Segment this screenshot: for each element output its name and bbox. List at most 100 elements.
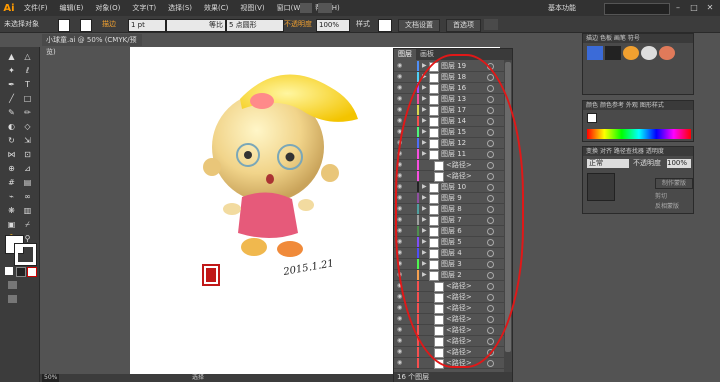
paintbrush-icon[interactable]: ✎ bbox=[6, 107, 17, 118]
document-setup-button[interactable]: 文档设置 bbox=[398, 19, 440, 32]
tab-transparency[interactable]: 透明度 bbox=[646, 148, 664, 155]
line-icon[interactable]: ╱ bbox=[6, 93, 17, 104]
color-spectrum[interactable] bbox=[587, 129, 691, 139]
arrange-documents-icon[interactable] bbox=[318, 3, 332, 13]
gradient-icon[interactable]: ▤ bbox=[22, 177, 33, 188]
menu-type[interactable]: 文字(T) bbox=[126, 3, 162, 13]
screen-mode-icon[interactable] bbox=[8, 295, 17, 303]
tab-layers[interactable]: 图层 bbox=[394, 49, 416, 60]
target-circle-icon[interactable] bbox=[487, 360, 494, 367]
zoom-field[interactable]: 50% bbox=[42, 374, 60, 382]
menu-file[interactable]: 文件(F) bbox=[18, 3, 54, 13]
graph-icon[interactable]: ▥ bbox=[22, 205, 33, 216]
minimize-button[interactable]: – bbox=[672, 2, 684, 13]
tab-symbols[interactable]: 符号 bbox=[628, 35, 640, 42]
tab-pathfinder[interactable]: 路径查找器 bbox=[614, 148, 644, 155]
variable-width-select[interactable]: 等比 bbox=[166, 19, 226, 32]
tab-align[interactable]: 对齐 bbox=[600, 148, 612, 155]
visibility-eye-icon[interactable]: ◉ bbox=[397, 337, 405, 345]
tab-graphic-styles[interactable]: 图形样式 bbox=[640, 102, 664, 109]
symbol-swatch-4[interactable] bbox=[641, 46, 657, 60]
fill-swatch[interactable] bbox=[58, 19, 70, 32]
bridge-icon[interactable] bbox=[300, 3, 312, 13]
brush-select[interactable]: 5 点圆形 bbox=[226, 19, 284, 32]
color-mode-icon[interactable] bbox=[5, 267, 13, 275]
stroke-label[interactable]: 描边 bbox=[102, 19, 116, 30]
cap-bow bbox=[250, 93, 274, 109]
tab-color[interactable]: 颜色 bbox=[586, 102, 598, 109]
shape-builder-icon[interactable]: ⊕ bbox=[6, 163, 17, 174]
clip-checkbox[interactable]: 剪切 bbox=[655, 191, 667, 200]
none-mode-icon[interactable] bbox=[27, 267, 37, 277]
perspective-icon[interactable]: ⊿ bbox=[22, 163, 33, 174]
symbol-sprayer-icon[interactable]: ❋ bbox=[6, 205, 17, 216]
mesh-icon[interactable]: # bbox=[6, 177, 17, 188]
tab-appearance[interactable]: 外观 bbox=[626, 102, 638, 109]
menu-effect[interactable]: 效果(C) bbox=[198, 3, 234, 13]
arrange-icon[interactable] bbox=[484, 19, 498, 30]
maximize-button[interactable]: □ bbox=[688, 2, 700, 13]
visibility-eye-icon[interactable]: ◉ bbox=[397, 106, 405, 114]
stroke-swatch[interactable] bbox=[80, 19, 92, 32]
invert-mask-checkbox[interactable]: 反相蒙版 bbox=[655, 201, 679, 210]
scale-icon[interactable]: ⇲ bbox=[22, 135, 33, 146]
rectangle-icon[interactable]: □ bbox=[22, 93, 33, 104]
tab-brushes[interactable]: 画笔 bbox=[614, 35, 626, 42]
blob-brush-icon[interactable]: ◐ bbox=[6, 121, 17, 132]
visibility-eye-icon[interactable]: ◉ bbox=[397, 84, 405, 92]
symbol-swatch-1[interactable] bbox=[587, 46, 603, 60]
gradient-mode-icon[interactable] bbox=[16, 267, 26, 277]
visibility-eye-icon[interactable]: ◉ bbox=[397, 348, 405, 356]
current-tool-label: 选择 bbox=[192, 374, 205, 381]
lasso-icon[interactable]: ℓ bbox=[22, 65, 33, 76]
visibility-eye-icon[interactable]: ◉ bbox=[397, 95, 405, 103]
tab-artboards[interactable]: 画板 bbox=[416, 49, 438, 60]
opacity-label[interactable]: 不透明度 bbox=[284, 19, 312, 30]
preferences-button[interactable]: 首选项 bbox=[446, 19, 481, 32]
make-mask-button[interactable]: 制作蒙版 bbox=[655, 178, 693, 189]
stroke-weight-field[interactable]: 1 pt bbox=[128, 19, 166, 32]
menu-view[interactable]: 视图(V) bbox=[234, 3, 270, 13]
magic-wand-icon[interactable]: ✦ bbox=[6, 65, 17, 76]
visibility-eye-icon[interactable]: ◉ bbox=[397, 326, 405, 334]
blend-mode-select[interactable]: 正常 bbox=[587, 159, 629, 168]
symbol-swatch-2[interactable] bbox=[605, 46, 621, 60]
search-input[interactable] bbox=[604, 3, 670, 15]
color-fill-swatch[interactable] bbox=[587, 113, 597, 123]
visibility-eye-icon[interactable]: ◉ bbox=[397, 315, 405, 323]
pencil-icon[interactable]: ✏ bbox=[22, 107, 33, 118]
tab-color-guide[interactable]: 颜色参考 bbox=[600, 102, 624, 109]
pen-icon[interactable]: ✒ bbox=[6, 79, 17, 90]
document-tab[interactable]: 小球童.ai @ 50% (CMYK/预览) bbox=[42, 34, 142, 56]
slice-icon[interactable]: ⌿ bbox=[22, 219, 33, 230]
transparency-opacity-field[interactable]: 100% bbox=[667, 159, 691, 168]
draw-mode-icon[interactable] bbox=[8, 281, 17, 289]
style-label: 样式 bbox=[356, 20, 370, 28]
close-button[interactable]: ✕ bbox=[704, 2, 716, 13]
style-swatch[interactable] bbox=[378, 19, 392, 32]
width-icon[interactable]: ⋈ bbox=[6, 149, 17, 160]
selection-icon[interactable]: ▲ bbox=[6, 51, 17, 62]
type-icon[interactable]: T bbox=[22, 79, 33, 90]
workspace-switcher[interactable]: 基本功能 bbox=[548, 3, 576, 13]
eraser-icon[interactable]: ◇ bbox=[22, 121, 33, 132]
direct-selection-icon[interactable]: △ bbox=[22, 51, 33, 62]
menu-edit[interactable]: 编辑(E) bbox=[54, 3, 90, 13]
tab-swatches[interactable]: 色板 bbox=[600, 35, 612, 42]
tab-stroke[interactable]: 描边 bbox=[586, 35, 598, 42]
free-transform-icon[interactable]: ⊡ bbox=[22, 149, 33, 160]
menu-object[interactable]: 对象(O) bbox=[89, 3, 126, 13]
opacity-field[interactable]: 100% bbox=[316, 19, 350, 32]
blend-icon[interactable]: ∞ bbox=[22, 191, 33, 202]
tab-transform[interactable]: 变换 bbox=[586, 148, 598, 155]
artboard-icon[interactable]: ▣ bbox=[6, 219, 17, 230]
eyedropper-icon[interactable]: ⌁ bbox=[6, 191, 17, 202]
rotate-icon[interactable]: ↻ bbox=[6, 135, 17, 146]
visibility-eye-icon[interactable]: ◉ bbox=[397, 359, 405, 367]
symbol-swatch-5[interactable] bbox=[659, 46, 675, 60]
stroke-color-swatch[interactable] bbox=[14, 243, 37, 266]
menu-select[interactable]: 选择(S) bbox=[162, 3, 198, 13]
symbol-swatch-3[interactable] bbox=[623, 46, 639, 60]
visibility-eye-icon[interactable]: ◉ bbox=[397, 62, 405, 70]
visibility-eye-icon[interactable]: ◉ bbox=[397, 73, 405, 81]
